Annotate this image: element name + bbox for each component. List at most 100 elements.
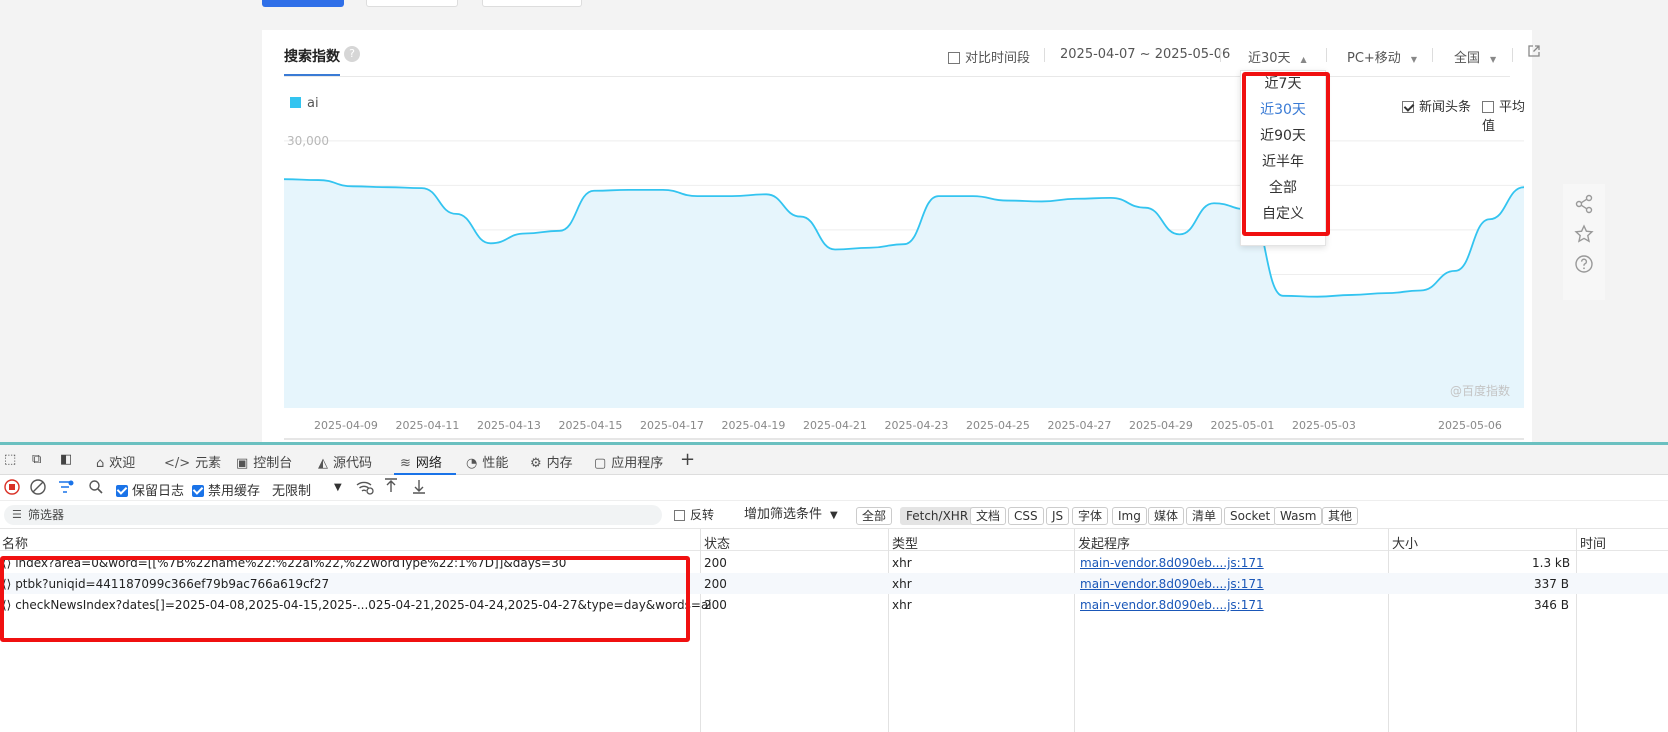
period-option-half-year[interactable]: 近半年 — [1241, 149, 1325, 175]
preserve-log-checkbox[interactable]: 保留日志 — [116, 480, 184, 499]
chip-all[interactable]: 全部 — [856, 507, 893, 525]
request-name: index?area=0&word=[[%7B%22name%22:%22ai%… — [15, 556, 567, 570]
column-initiator[interactable]: 发起程序 — [1078, 533, 1130, 552]
more-filters-dropdown[interactable]: 增加筛选条件 ▼ — [744, 507, 838, 525]
chip-media[interactable]: 媒体 — [1148, 507, 1185, 525]
device-toolbar-icon[interactable]: ⧉ — [32, 452, 41, 467]
share-icon[interactable] — [1574, 194, 1594, 214]
chip-img[interactable]: Img — [1112, 507, 1147, 525]
chip-js[interactable]: JS — [1046, 507, 1070, 525]
help-circle-icon[interactable] — [1574, 254, 1594, 274]
memory-icon: ⚙ — [530, 456, 542, 471]
x-tick-label: 2025-04-15 — [559, 419, 623, 432]
filter-icon: ☰ — [12, 508, 22, 521]
throttle-select[interactable]: 无限制 — [272, 480, 311, 499]
column-status[interactable]: 状态 — [704, 533, 730, 552]
inspect-icon[interactable]: ⬚ — [4, 452, 16, 467]
column-size[interactable]: 大小 — [1392, 533, 1418, 552]
chip-socket[interactable]: Socket — [1224, 507, 1277, 525]
top-button-secondary[interactable] — [366, 0, 458, 7]
period-option-custom[interactable]: 自定义 — [1241, 201, 1325, 227]
row-name: ⟨⟩ checkNewsIndex?dates[]=2025-04-08,202… — [2, 598, 712, 612]
xhr-icon: ⟨⟩ — [2, 577, 16, 591]
invert-checkbox[interactable]: 反转 — [674, 507, 715, 525]
x-tick-label: 2025-04-17 — [640, 419, 704, 432]
search-index-panel: 搜索指数 ? 对比时间段 2025-04-07 ~ 2025-05-06 近30… — [262, 30, 1540, 442]
period-dropdown: 近7天 近30天 近90天 近半年 全部 自定义 — [1240, 70, 1326, 246]
add-tab-icon[interactable]: + — [680, 449, 695, 470]
search-icon[interactable] — [88, 479, 104, 499]
checkbox-icon — [674, 510, 685, 521]
tab-performance[interactable]: ◔ 性能 — [466, 452, 508, 471]
tab-memory[interactable]: ⚙ 内存 — [530, 452, 573, 471]
chip-doc[interactable]: 文档 — [970, 507, 1007, 525]
more-filters-label: 增加筛选条件 — [744, 507, 823, 522]
dock-icon[interactable]: ◧ — [60, 452, 72, 467]
period-option-90d[interactable]: 近90天 — [1241, 123, 1325, 149]
chip-fetch-xhr[interactable]: Fetch/XHR — [900, 507, 975, 525]
chip-wasm[interactable]: Wasm — [1274, 507, 1323, 525]
chip-font[interactable]: 字体 — [1072, 507, 1109, 525]
sources-icon: ◭ — [318, 456, 328, 471]
column-time[interactable]: 时间 — [1580, 533, 1606, 552]
row-initiator-link[interactable]: main-vendor.8d090eb....js:171 — [1080, 577, 1264, 591]
export-har-icon[interactable] — [412, 478, 426, 498]
row-status: 200 — [704, 598, 727, 612]
xhr-icon: ⟨⟩ — [2, 598, 16, 612]
tab-label: 控制台 — [253, 456, 293, 471]
row-name: ⟨⟩ ptbk?uniqid=441187099c366ef79b9ac766a… — [2, 577, 329, 591]
x-tick-label: 2025-04-27 — [1048, 419, 1112, 432]
table-row[interactable]: ⟨⟩ checkNewsIndex?dates[]=2025-04-08,202… — [0, 594, 1668, 615]
record-icon[interactable] — [4, 479, 20, 499]
welcome-icon: ⌂ — [96, 456, 105, 471]
x-tick-label: 2025-04-13 — [477, 419, 541, 432]
tab-application[interactable]: ▢ 应用程序 — [594, 452, 663, 471]
side-toolbar — [1563, 184, 1605, 300]
period-option-30d[interactable]: 近30天 — [1241, 97, 1325, 123]
tab-label: 网络 — [415, 456, 442, 471]
tab-welcome[interactable]: ⌂ 欢迎 — [96, 452, 135, 471]
row-initiator-link[interactable]: main-vendor.8d090eb....js:171 — [1080, 556, 1264, 570]
tab-elements[interactable]: </> 元素 — [164, 452, 221, 471]
tab-label: 欢迎 — [109, 456, 136, 471]
filter-input[interactable]: ☰ 筛选器 — [4, 505, 662, 525]
row-status: 200 — [704, 577, 727, 591]
invert-label: 反转 — [690, 508, 715, 522]
tab-sources[interactable]: ◭ 源代码 — [318, 452, 372, 471]
row-type: xhr — [892, 598, 912, 612]
devtools-tabbar: ⬚ ⧉ ◧ ⌂ 欢迎 </> 元素 ▣ 控制台 ◭ 源代码 ≋ 网络 ◔ 性能 ⚙ 内存 ▢ 应… — [0, 445, 1668, 475]
top-button-primary[interactable] — [262, 0, 344, 7]
disable-cache-checkbox[interactable]: 禁用缓存 — [192, 480, 260, 499]
column-type[interactable]: 类型 — [892, 533, 918, 552]
chip-other[interactable]: 其他 — [1322, 507, 1359, 525]
chip-css[interactable]: CSS — [1008, 507, 1044, 525]
column-name[interactable]: 名称 — [2, 533, 28, 552]
tab-console[interactable]: ▣ 控制台 — [236, 452, 292, 471]
x-tick-label: 2025-05-06 — [1438, 419, 1502, 432]
throttle-caret-icon[interactable]: ▼ — [334, 482, 342, 493]
import-har-icon[interactable] — [384, 478, 398, 498]
row-type: xhr — [892, 577, 912, 591]
top-button-tertiary[interactable] — [482, 0, 582, 7]
star-icon[interactable] — [1574, 224, 1594, 244]
filter-bar: ☰ 筛选器 反转 增加筛选条件 ▼ 全部 Fetch/XHR 文档 CSS JS 字… — [0, 501, 1668, 529]
table-row[interactable]: ⟨⟩ ptbk?uniqid=441187099c366ef79b9ac766a… — [0, 573, 1668, 594]
tab-network[interactable]: ≋ 网络 — [400, 452, 442, 471]
table-row[interactable]: ⟨⟩ index?area=0&word=[[%7B%22name%22:%22… — [0, 552, 1668, 573]
period-option-all[interactable]: 全部 — [1241, 175, 1325, 201]
period-option-7d[interactable]: 近7天 — [1241, 71, 1325, 97]
row-initiator-link[interactable]: main-vendor.8d090eb....js:171 — [1080, 598, 1264, 612]
filter-toggle-icon[interactable] — [58, 479, 74, 499]
network-conditions-icon[interactable] — [356, 479, 374, 499]
clear-icon[interactable] — [30, 479, 46, 499]
disable-cache-label: 禁用缓存 — [208, 484, 261, 499]
tab-label: 元素 — [195, 456, 222, 471]
tab-label: 性能 — [482, 456, 509, 471]
chip-manifest[interactable]: 清单 — [1186, 507, 1223, 525]
tab-label: 内存 — [546, 456, 573, 471]
performance-icon: ◔ — [466, 456, 478, 471]
row-name: ⟨⟩ index?area=0&word=[[%7B%22name%22:%22… — [2, 556, 566, 570]
x-tick-label: 2025-04-29 — [1129, 419, 1193, 432]
x-tick-label: 2025-04-21 — [803, 419, 867, 432]
x-tick-label: 2025-04-23 — [885, 419, 949, 432]
